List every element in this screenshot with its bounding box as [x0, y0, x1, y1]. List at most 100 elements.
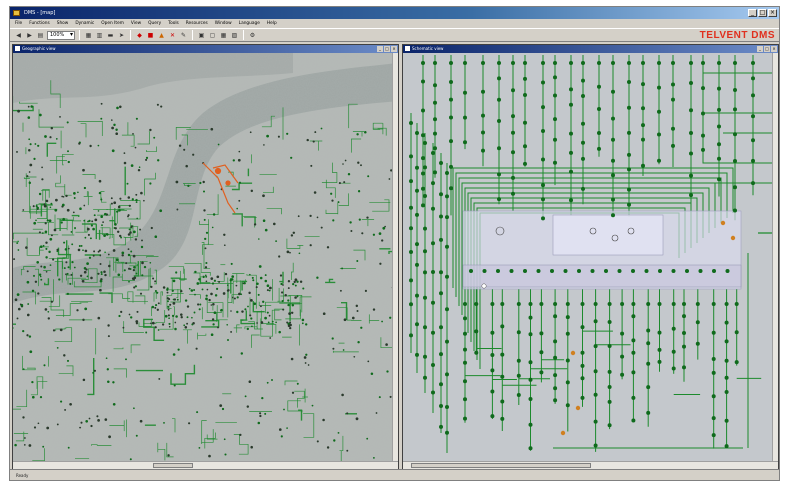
layers-icon[interactable]: ▥ [95, 31, 104, 40]
network-node [79, 207, 82, 210]
back-icon[interactable]: ◀ [14, 31, 23, 40]
schematic-node [445, 372, 449, 377]
switch-open-icon[interactable]: ◆ [135, 31, 144, 40]
network-node [128, 267, 131, 270]
panel-maximize-button[interactable]: □ [384, 46, 390, 52]
schematic-node [439, 404, 443, 408]
switch-close-icon[interactable]: ■ [146, 31, 155, 40]
settings-icon[interactable]: ⚙ [248, 31, 257, 40]
menu-functions[interactable]: Functions [29, 19, 50, 28]
close-button[interactable]: × [768, 9, 777, 17]
schematic-node [717, 124, 721, 129]
schematic-node [541, 216, 545, 221]
zoom-select[interactable]: 100% [47, 30, 75, 40]
horizontal-scrollbar[interactable] [13, 461, 398, 469]
schematic-node [701, 111, 705, 116]
network-node [140, 245, 144, 249]
panel-minimize-button[interactable]: _ [757, 46, 763, 52]
panel-minimize-button[interactable]: _ [377, 46, 383, 52]
schematic-node [565, 403, 570, 408]
network-node [268, 314, 271, 317]
network-node [226, 289, 230, 292]
network-node [211, 226, 214, 229]
network-node [117, 205, 121, 209]
maximize-button[interactable]: □ [758, 9, 767, 17]
schematic-node [423, 249, 427, 254]
network-node [154, 326, 157, 329]
report-icon[interactable]: ▣ [197, 31, 206, 40]
menu-dynamic[interactable]: Dynamic [75, 19, 94, 28]
schematic-node [631, 395, 636, 400]
horizontal-scrollbar[interactable] [403, 461, 778, 469]
vertical-scrollbar[interactable] [772, 53, 778, 463]
network-node [97, 210, 100, 212]
schematic-node [523, 144, 527, 149]
network-node [168, 317, 170, 320]
scroll-thumb[interactable] [153, 463, 193, 468]
network-node [366, 437, 369, 440]
network-node [105, 233, 109, 236]
schematic-node [751, 93, 755, 98]
menu-help[interactable]: Help [267, 19, 277, 28]
menu-open-item[interactable]: Open Item [101, 19, 124, 28]
menu-window[interactable]: Window [215, 19, 232, 28]
chart-icon[interactable]: ▨ [230, 31, 239, 40]
folder-icon[interactable]: ▬ [106, 31, 115, 40]
schematic-node [409, 205, 413, 210]
network-node [150, 322, 152, 325]
network-node [218, 280, 221, 283]
print-icon[interactable]: ▤ [36, 31, 45, 40]
warning-icon[interactable]: ✕ [168, 31, 177, 40]
network-node [110, 197, 113, 200]
schematic-node [490, 353, 495, 357]
selected-node[interactable] [481, 283, 487, 289]
schematic-node [409, 250, 413, 254]
network-node [104, 418, 108, 421]
minimize-button[interactable]: _ [748, 9, 757, 17]
network-node [174, 327, 177, 331]
network-node [224, 272, 228, 276]
network-node [120, 236, 123, 239]
menu-view[interactable]: View [131, 19, 141, 28]
scroll-thumb[interactable] [411, 463, 591, 468]
network-node [350, 230, 353, 232]
edit-icon[interactable]: ✎ [179, 31, 188, 40]
network-node [100, 215, 104, 219]
network-node [64, 248, 68, 251]
panel-close-button[interactable]: × [771, 46, 777, 52]
network-node [241, 310, 244, 313]
schematic-node [569, 131, 573, 136]
schematic-node [597, 107, 601, 111]
network-node [99, 279, 103, 283]
menu-resources[interactable]: Resources [186, 19, 208, 28]
menu-language[interactable]: Language [239, 19, 260, 28]
forward-icon[interactable]: ▶ [25, 31, 34, 40]
network-node [73, 266, 76, 269]
menu-query[interactable]: Query [148, 19, 161, 28]
schematic-node [431, 390, 435, 395]
grid-icon[interactable]: ▦ [84, 31, 93, 40]
network-node [44, 222, 47, 225]
network-node [135, 201, 138, 203]
schematic-node [423, 194, 427, 198]
panel-title: Geographic view [22, 46, 56, 51]
schematic-canvas[interactable] [403, 53, 778, 463]
document-icon[interactable]: ▢ [208, 31, 217, 40]
schematic-node [553, 339, 558, 344]
vertical-scrollbar[interactable] [392, 53, 398, 463]
menu-tools[interactable]: Tools [168, 19, 179, 28]
schematic-node [423, 226, 427, 231]
geographic-map-canvas[interactable] [13, 53, 398, 463]
menu-file[interactable]: File [15, 19, 22, 28]
panel-close-button[interactable]: × [391, 46, 397, 52]
network-node [286, 427, 288, 429]
toolbar-separator [79, 30, 80, 40]
pointer-icon[interactable]: ➤ [117, 31, 126, 40]
network-node [151, 305, 155, 309]
menu-bar: File Functions Show Dynamic Open Item Vi… [10, 19, 779, 28]
panel-maximize-button[interactable]: □ [764, 46, 770, 52]
table-icon[interactable]: ▦ [219, 31, 228, 40]
alarm-icon[interactable]: ▲ [157, 31, 166, 40]
network-node [94, 218, 98, 222]
menu-show[interactable]: Show [57, 19, 69, 28]
